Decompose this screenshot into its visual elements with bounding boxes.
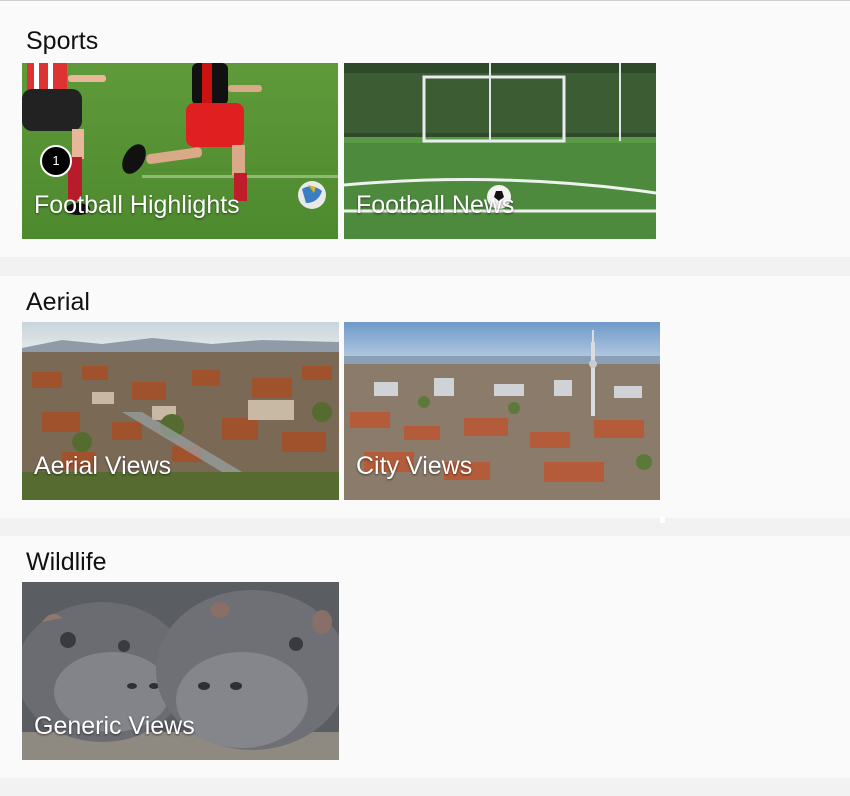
tile-generic-views[interactable]: Generic Views [22,582,339,760]
section-title: Sports [26,27,99,55]
section-sports: Sports 1 Football Highlights Football Ne… [0,1,850,257]
tile-label: Football Highlights [34,191,240,219]
tile-label: Football News [356,191,515,219]
tile-label: City Views [356,452,473,480]
tile-label: Aerial Views [34,452,172,480]
section-aerial: Aerial Aerial Views City Views [0,276,850,518]
notification-badge: 1 [40,145,72,177]
tile-label: Generic Views [34,712,195,740]
section-title: Wildlife [26,548,107,576]
tile-city-views[interactable]: City Views [344,322,660,500]
section-wildlife: Wildlife Generic Views [0,536,850,778]
scroll-indicator-dot [660,517,665,523]
tile-football-news[interactable]: Football News [344,63,656,239]
tile-football-highlights[interactable]: 1 Football Highlights [22,63,338,239]
section-title: Aerial [26,288,90,316]
tile-aerial-views[interactable]: Aerial Views [22,322,339,500]
